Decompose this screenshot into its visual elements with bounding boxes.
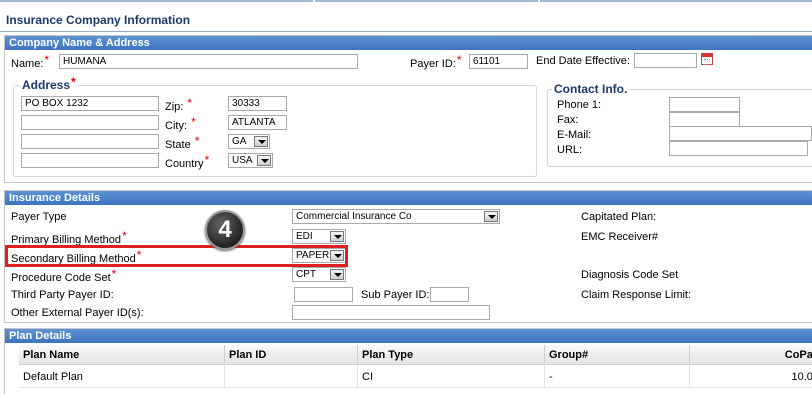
emc-label: EMC Receiver# [581, 231, 659, 243]
primary-billing-select[interactable]: EDI [292, 229, 346, 244]
insurance-panel-header: Insurance Details [5, 191, 812, 205]
end-date-input[interactable] [634, 53, 697, 68]
column-header-plan-id[interactable]: Plan ID [225, 345, 358, 365]
capitated-label: Capitated Plan: [581, 211, 657, 223]
name-label: Name:* [11, 53, 50, 70]
contact-legend: Contact Info. [552, 82, 630, 96]
table-cell-plan-id[interactable] [225, 366, 358, 388]
table-cell-copay[interactable]: 10.00 [690, 366, 812, 388]
procedure-code-label: Procedure Code Set* [11, 267, 117, 284]
address-legend: Address* [20, 75, 78, 92]
phone-input[interactable] [669, 97, 740, 112]
email-label: E-Mail: [557, 129, 592, 141]
payer-id-label: Payer ID:* [410, 53, 462, 70]
column-header-group[interactable]: Group# [545, 345, 690, 365]
other-external-label: Other External Payer ID(s): [11, 307, 144, 319]
table-cell-plan-name[interactable]: Default Plan [19, 366, 225, 388]
state-select[interactable]: GA [228, 134, 270, 149]
column-header-copay[interactable]: CoPay [690, 345, 812, 365]
fax-label: Fax: [557, 114, 579, 126]
page-title: Insurance Company Information [6, 13, 191, 27]
step-badge: 4 [205, 210, 245, 250]
diagnosis-label: Diagnosis Code Set [581, 269, 679, 281]
country-select[interactable]: USA [228, 153, 273, 168]
table-cell-plan-type[interactable]: CI [358, 366, 545, 388]
company-panel-header: Company Name & Address [5, 36, 812, 50]
zip-label: Zip: * [165, 96, 193, 113]
calendar-icon[interactable] [701, 53, 713, 65]
other-external-input[interactable] [292, 305, 490, 320]
third-party-label: Third Party Payer ID: [11, 289, 114, 301]
payer-type-label: Payer Type [11, 211, 67, 223]
claim-response-label: Claim Response Limit: [581, 289, 692, 301]
sub-payer-input[interactable] [430, 287, 469, 302]
table-cell-group[interactable]: - [545, 366, 690, 388]
top-border-gap [313, 0, 315, 4]
state-label: State * [165, 134, 200, 151]
name-input[interactable]: HUMANA [59, 54, 358, 69]
payer-id-input[interactable]: 61101 [469, 54, 528, 69]
column-header-plan-type[interactable]: Plan Type [358, 345, 545, 365]
top-border [0, 0, 812, 4]
address-line4-input[interactable] [21, 153, 159, 168]
url-label: URL: [557, 144, 583, 156]
column-header-plan-name[interactable]: Plan Name [19, 345, 225, 365]
primary-billing-label: Primary Billing Method* [11, 229, 127, 246]
top-border-gap [538, 0, 540, 4]
phone-label: Phone 1: [557, 99, 602, 111]
fax-input[interactable] [669, 112, 740, 127]
zip-input[interactable]: 30333 [228, 96, 287, 111]
city-label: City: * [165, 115, 196, 132]
chevron-down-icon[interactable] [254, 136, 268, 147]
third-party-input[interactable] [294, 287, 353, 302]
chevron-down-icon[interactable] [330, 231, 344, 242]
highlight-box [5, 245, 348, 267]
address-line1-input[interactable]: PO BOX 1232 [21, 96, 159, 111]
payer-type-select[interactable]: Commercial Insurance Co [292, 209, 500, 224]
sub-payer-label: Sub Payer ID: [361, 289, 430, 301]
address-line3-input[interactable] [21, 134, 159, 149]
plan-panel-header: Plan Details [5, 329, 812, 343]
chevron-down-icon[interactable] [257, 155, 271, 166]
url-input[interactable] [669, 141, 808, 156]
city-input[interactable]: ATLANTA [228, 115, 287, 130]
procedure-code-select[interactable]: CPT [292, 267, 346, 282]
chevron-down-icon[interactable] [330, 269, 344, 280]
end-date-label: End Date Effective: [536, 55, 630, 67]
country-label: Country* [165, 153, 210, 170]
email-input[interactable] [669, 126, 812, 141]
title-divider [0, 31, 812, 32]
chevron-down-icon[interactable] [484, 211, 498, 222]
address-line2-input[interactable] [21, 115, 159, 130]
